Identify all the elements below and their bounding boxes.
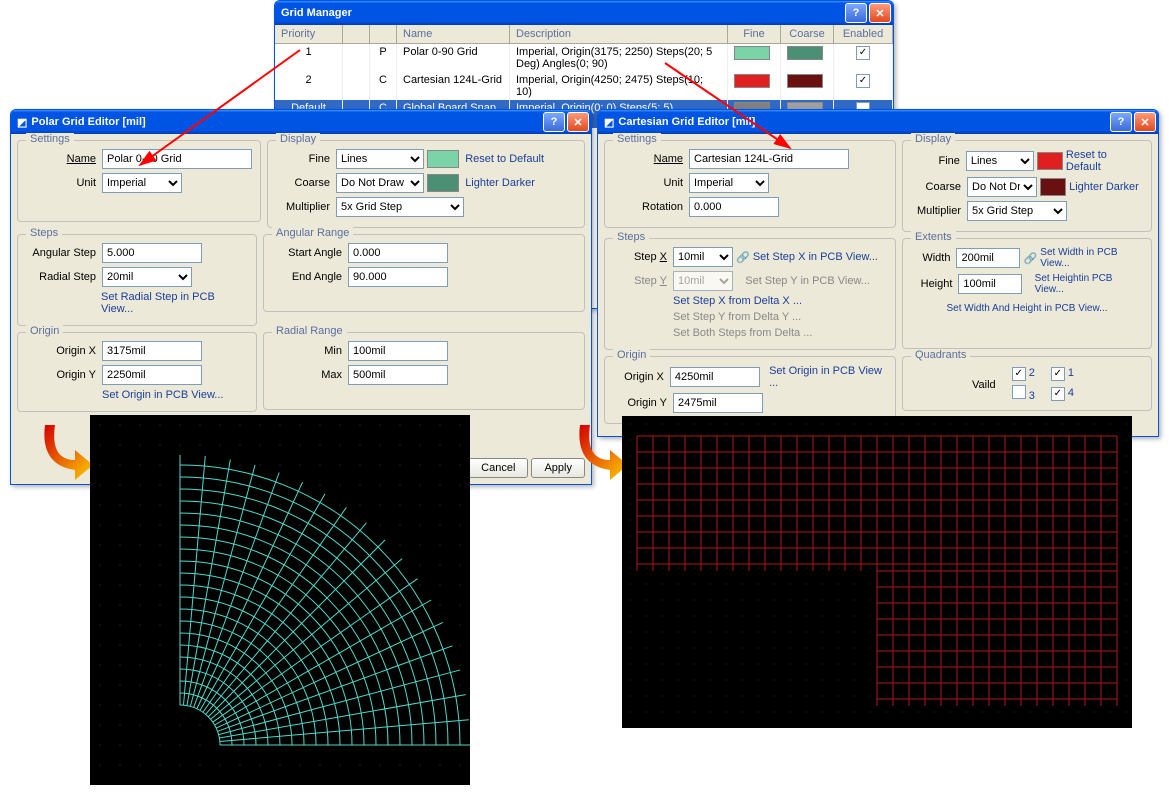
cart-name-input[interactable]: [689, 149, 849, 169]
cart-stepx-link[interactable]: Set Step X in PCB View...: [753, 251, 878, 263]
polar-origin-group: Origin Origin X Origin Y Set Origin in P…: [17, 332, 257, 412]
cart-height[interactable]: [958, 274, 1022, 294]
polar-coarse-select[interactable]: Do Not Draw: [336, 173, 424, 193]
grid-manager-header: Priority Name Description Fine Coarse En…: [275, 25, 893, 44]
cart-fine-swatch[interactable]: [1037, 152, 1062, 170]
polar-min[interactable]: [348, 341, 448, 361]
polar-origin-y[interactable]: [102, 365, 202, 385]
cartesian-body: Settings Name UnitImperial Rotation Disp…: [598, 134, 1158, 436]
table-row[interactable]: 2CCartesian 124L-GridImperial, Origin(42…: [275, 72, 893, 100]
cart-quadrants-group: Quadrants Vaild ✓ 2✓ 1 3✓ 4: [902, 356, 1152, 411]
quad4-check[interactable]: ✓: [1051, 387, 1065, 401]
cartesian-editor-window: ◩ Cartesian Grid Editor [mil] ? ✕ Settin…: [597, 109, 1159, 437]
polar-title: Polar Grid Editor [mil]: [31, 116, 541, 128]
cart-step-x[interactable]: 10mil: [673, 247, 733, 267]
polar-titlebar: ◩ Polar Grid Editor [mil] ? ✕: [11, 110, 591, 134]
polar-end-angle[interactable]: [348, 267, 448, 287]
cart-coarse-select[interactable]: Do Not Draw: [967, 177, 1037, 197]
link-icon[interactable]: 🔗: [736, 251, 750, 264]
polar-settings-group: Settings Name UnitImperial: [17, 140, 261, 222]
polar-app-icon: ◩: [17, 116, 27, 129]
cart-extents-group: Extents Width 🔗 Set Width in PCB View...…: [902, 238, 1152, 349]
cart-settings-group: Settings Name UnitImperial Rotation: [604, 140, 896, 228]
cart-both-link[interactable]: Set Width And Height in PCB View...: [946, 303, 1107, 314]
cart-width-link[interactable]: Set Width in PCB View...: [1040, 247, 1143, 269]
quad3-check[interactable]: [1012, 385, 1026, 399]
polar-darker-link[interactable]: Darker: [502, 177, 535, 189]
polar-angular-step[interactable]: [102, 243, 202, 263]
polar-max[interactable]: [348, 365, 448, 385]
polar-mult-select[interactable]: 5x Grid Step: [336, 197, 464, 217]
cart-step-y: 10mil: [673, 271, 733, 291]
cart-lighter-link[interactable]: Lighter: [1069, 181, 1103, 193]
table-row[interactable]: 1PPolar 0-90 GridImperial, Origin(3175; …: [275, 44, 893, 72]
polar-cancel-button[interactable]: Cancel: [468, 458, 528, 478]
cart-origin-link[interactable]: Set Origin in PCB View ...: [769, 365, 887, 389]
cart-unit-select[interactable]: Imperial: [689, 173, 769, 193]
help-button[interactable]: ?: [845, 3, 867, 23]
polar-radial-link[interactable]: Set Radial Step in PCB View...: [101, 291, 248, 315]
curve-arrow-right: [570, 420, 630, 480]
quad1-check[interactable]: ✓: [1051, 367, 1065, 381]
polar-fine-swatch[interactable]: [427, 150, 459, 168]
polar-reset-link[interactable]: Reset to Default: [465, 153, 544, 165]
polar-angular-range-group: Angular Range Start Angle End Angle: [263, 234, 585, 312]
col-fine[interactable]: Fine: [728, 25, 781, 43]
polar-coarse-swatch[interactable]: [427, 174, 459, 192]
cart-deltax-link[interactable]: Set Step X from Delta X ...: [673, 295, 802, 307]
polar-steps-group: Steps Angular Step Radial Step20mil Set …: [17, 234, 257, 326]
cart-rotation[interactable]: [689, 197, 779, 217]
polar-name-input[interactable]: [102, 149, 252, 169]
cartesian-titlebar: ◩ Cartesian Grid Editor [mil] ? ✕: [598, 110, 1158, 134]
col-coarse[interactable]: Coarse: [781, 25, 834, 43]
polar-radial-step[interactable]: 20mil: [102, 267, 192, 287]
polar-radial-range-group: Radial Range Min Max: [263, 332, 585, 410]
polar-origin-x[interactable]: [102, 341, 202, 361]
grid-manager-titlebar: Grid Manager ? ✕: [275, 1, 893, 25]
col-desc[interactable]: Description: [510, 25, 728, 43]
cart-reset-link[interactable]: Reset to Default: [1066, 149, 1143, 173]
cart-display-group: Display FineLines Reset to Default Coars…: [902, 140, 1152, 232]
cart-origin-x[interactable]: [670, 367, 760, 387]
curve-arrow-left: [35, 420, 95, 480]
cart-coarse-swatch[interactable]: [1040, 178, 1066, 196]
close-button[interactable]: ✕: [1134, 112, 1156, 132]
polar-preview: [90, 415, 470, 785]
polar-start-angle[interactable]: [348, 243, 448, 263]
cart-origin-y[interactable]: [673, 393, 763, 413]
polar-origin-link[interactable]: Set Origin in PCB View...: [102, 389, 223, 401]
polar-unit-select[interactable]: Imperial: [102, 173, 182, 193]
cart-darker-link[interactable]: Darker: [1106, 181, 1139, 193]
help-button[interactable]: ?: [543, 112, 565, 132]
cart-steps-group: Steps Step X10mil 🔗 Set Step X in PCB Vi…: [604, 238, 896, 350]
cart-fine-select[interactable]: Lines: [966, 151, 1034, 171]
polar-fine-select[interactable]: Lines: [336, 149, 424, 169]
col-priority[interactable]: Priority: [275, 25, 343, 43]
cartesian-app-icon: ◩: [604, 116, 614, 129]
link-icon[interactable]: 🔗: [1024, 252, 1038, 265]
quad2-check[interactable]: ✓: [1012, 367, 1026, 381]
help-button[interactable]: ?: [1110, 112, 1132, 132]
close-button[interactable]: ✕: [567, 112, 589, 132]
grid-manager-title: Grid Manager: [281, 7, 843, 19]
col-name[interactable]: Name: [397, 25, 510, 43]
polar-display-group: Display FineLines Reset to Default Coars…: [267, 140, 585, 228]
polar-lighter-link[interactable]: Lighter: [465, 177, 499, 189]
cartesian-preview: [622, 416, 1132, 728]
cartesian-title: Cartesian Grid Editor [mil]: [618, 116, 1108, 128]
close-button[interactable]: ✕: [869, 3, 891, 23]
cart-mult-select[interactable]: 5x Grid Step: [967, 201, 1067, 221]
col-enabled[interactable]: Enabled: [834, 25, 893, 43]
cart-height-link[interactable]: Set Heightin PCB View...: [1035, 273, 1143, 295]
cart-width[interactable]: [956, 248, 1020, 268]
cart-origin-group: Origin Origin X Set Origin in PCB View .…: [604, 356, 896, 424]
